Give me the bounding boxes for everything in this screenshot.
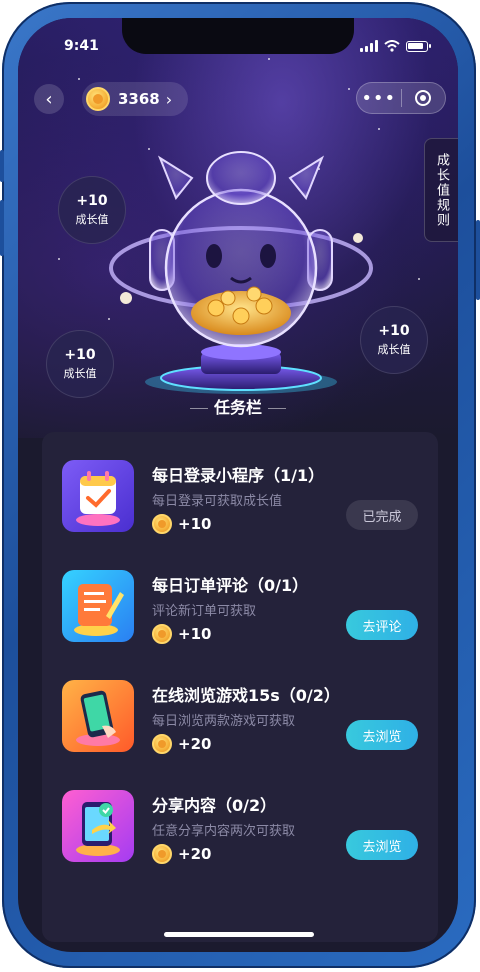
coin-balance-button[interactable]: 3368 › — [82, 82, 188, 116]
back-button[interactable]: ‹ — [34, 84, 64, 114]
task-title: 在线浏览游戏15s（0/2） — [152, 686, 340, 705]
close-mini-button[interactable] — [402, 90, 446, 106]
growth-bubble-label: 成长值 — [63, 367, 97, 380]
review-pen-icon — [62, 570, 134, 642]
go-browse-button[interactable]: 去浏览 — [346, 720, 418, 750]
task-reward-value: +20 — [178, 735, 212, 753]
task-description: 任意分享内容两次可获取 — [152, 824, 296, 839]
go-browse-button[interactable]: 去浏览 — [346, 830, 418, 860]
task-description: 每日浏览两款游戏可获取 — [152, 714, 296, 729]
coin-icon — [152, 624, 172, 644]
notch — [122, 18, 354, 54]
app-screen: 9:41 ‹ 3368 › ••• 成长值规则 +10 成长值 +10 成长值 — [18, 18, 458, 952]
task-item: 分享内容（0/2） 任意分享内容两次可获取 +20 去浏览 — [42, 776, 438, 866]
phone-browse-icon — [62, 680, 134, 752]
task-item: 每日登录小程序（1/1） 每日登录可获取成长值 +10 已完成 — [42, 446, 438, 536]
task-item: 每日订单评论（0/1） 评论新订单可获取 +10 去评论 — [42, 556, 438, 646]
growth-bubble-label: 成长值 — [377, 343, 411, 356]
go-review-button[interactable]: 去评论 — [346, 610, 418, 640]
more-icon[interactable]: ••• — [357, 88, 401, 109]
close-mini-icon — [415, 90, 432, 106]
task-reward: +10 — [152, 624, 211, 644]
miniprogram-capsule: ••• — [356, 82, 446, 114]
coin-count: 3368 — [118, 90, 160, 108]
coin-icon — [152, 734, 172, 754]
wifi-icon — [384, 40, 400, 52]
robot-mascot — [109, 151, 373, 394]
growth-bubble-value: +10 — [378, 323, 410, 339]
growth-rules-tab[interactable]: 成长值规则 — [424, 138, 458, 242]
section-title-text: 任务栏 — [213, 398, 262, 417]
signal-icon — [360, 40, 378, 52]
growth-bubble-value: +10 — [64, 347, 96, 363]
chevron-right-icon: › — [165, 89, 173, 109]
task-item: 在线浏览游戏15s（0/2） 每日浏览两款游戏可获取 +20 去浏览 — [42, 666, 438, 756]
task-title: 分享内容（0/2） — [152, 796, 277, 815]
growth-bubble-label: 成长值 — [75, 213, 109, 226]
phone-side-button — [0, 200, 4, 256]
calendar-check-icon — [62, 460, 134, 532]
task-list: 每日登录小程序（1/1） 每日登录可获取成长值 +10 已完成 每日订单评论（0… — [42, 432, 438, 942]
task-reward-value: +10 — [178, 625, 212, 643]
task-description: 每日登录可获取成长值 — [152, 494, 283, 509]
growth-bubble-value: +10 — [76, 193, 108, 209]
task-title: 每日登录小程序（1/1） — [152, 466, 325, 485]
status-time: 9:41 — [64, 38, 99, 54]
growth-bubble[interactable]: +10 成长值 — [46, 330, 114, 398]
coin-icon — [152, 844, 172, 864]
task-description: 评论新订单可获取 — [152, 604, 257, 619]
task-reward: +10 — [152, 514, 211, 534]
battery-icon — [406, 40, 431, 52]
task-reward-value: +20 — [178, 845, 212, 863]
task-completed-button[interactable]: 已完成 — [346, 500, 418, 530]
share-icon — [62, 790, 134, 862]
coin-icon — [152, 514, 172, 534]
back-icon: ‹ — [45, 88, 53, 110]
coin-icon — [86, 87, 110, 111]
title-divider — [268, 408, 286, 409]
home-indicator — [164, 932, 314, 937]
phone-side-button — [476, 220, 480, 300]
task-reward: +20 — [152, 844, 211, 864]
phone-side-button — [0, 150, 4, 182]
title-divider — [189, 408, 208, 409]
task-reward: +20 — [152, 734, 211, 754]
status-icons — [360, 40, 431, 52]
section-title: 任务栏 — [18, 394, 458, 418]
task-reward-value: +10 — [178, 515, 212, 533]
task-title: 每日订单评论（0/1） — [152, 576, 309, 595]
